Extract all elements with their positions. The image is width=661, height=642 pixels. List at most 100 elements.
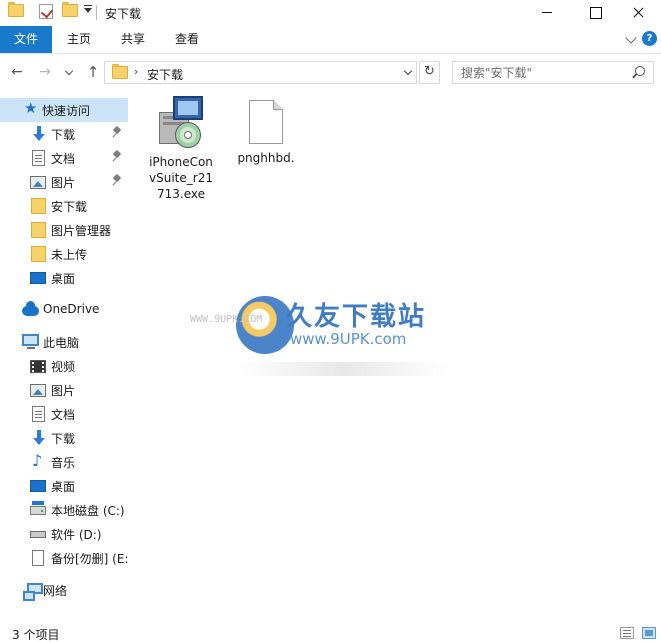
nav-label: 桌面 xyxy=(51,480,76,494)
video-icon xyxy=(30,360,46,373)
file-item[interactable]: pnghhbd. xyxy=(228,96,304,166)
nav-item-anxiazai[interactable]: 安下载 xyxy=(0,194,128,218)
nav-label: 快速访问 xyxy=(42,104,91,118)
drive-icon xyxy=(32,550,44,566)
nav-item-videos[interactable]: 视频 xyxy=(0,354,128,378)
nav-item-pc-downloads[interactable]: 下载 xyxy=(0,426,128,450)
nav-label: 视频 xyxy=(51,360,76,374)
maximize-button[interactable] xyxy=(572,0,618,26)
nav-quick-access[interactable]: ★ 快速访问 xyxy=(0,98,128,122)
nav-item-pc-documents[interactable]: 文档 xyxy=(0,402,128,426)
expand-ribbon-icon[interactable] xyxy=(625,32,637,44)
tab-file[interactable]: 文件 xyxy=(0,26,52,53)
nav-item-pc-desktop[interactable]: 桌面 xyxy=(0,474,128,498)
breadcrumb-current[interactable]: 安下载 xyxy=(147,66,183,83)
file-list[interactable]: iPhoneCon vSuite_r21 713.exe pnghhbd. WW… xyxy=(129,90,661,622)
folder-icon xyxy=(31,222,46,238)
large-icons-view-icon[interactable] xyxy=(642,627,656,639)
customize-dropdown-icon[interactable] xyxy=(84,5,92,13)
nav-this-pc[interactable]: 此电脑 xyxy=(0,330,128,354)
minimize-button[interactable] xyxy=(524,0,570,26)
title-bar: 安下载 xyxy=(0,0,661,26)
window-title: 安下载 xyxy=(105,7,142,21)
nav-label: 音乐 xyxy=(51,456,76,470)
nav-label: OneDrive xyxy=(43,302,100,316)
ribbon-tabs: 文件 主页 共享 查看 ? xyxy=(0,26,661,54)
item-count: 3 个项目 xyxy=(12,628,60,642)
file-name: pnghhbd. xyxy=(237,151,295,165)
nav-label: 文档 xyxy=(51,408,76,422)
close-button[interactable] xyxy=(615,0,661,26)
blank-file-icon xyxy=(249,100,283,144)
up-arrow-icon[interactable]: ↑ xyxy=(84,63,102,81)
tab-home[interactable]: 主页 xyxy=(56,26,102,53)
watermark-url: www.9UPK.com xyxy=(290,330,407,348)
tab-view[interactable]: 查看 xyxy=(164,26,210,53)
nav-label: 本地磁盘 (C:) xyxy=(51,504,125,518)
desktop-icon xyxy=(30,480,46,492)
watermark-shadow xyxy=(238,362,448,376)
document-icon xyxy=(32,406,45,422)
nav-item-not-uploaded[interactable]: 未上传 xyxy=(0,242,128,266)
nav-label: 安下载 xyxy=(51,200,88,214)
desktop-icon xyxy=(30,272,46,284)
installer-icon xyxy=(155,96,207,148)
star-icon: ★ xyxy=(24,99,38,117)
pin-icon[interactable] xyxy=(113,151,121,162)
folder-icon[interactable] xyxy=(8,2,24,17)
folder-icon xyxy=(31,198,46,214)
nav-onedrive[interactable]: OneDrive xyxy=(0,298,128,322)
nav-label: 下载 xyxy=(51,432,76,446)
properties-check-icon[interactable] xyxy=(39,4,53,19)
search-box[interactable] xyxy=(452,61,654,84)
nav-item-desktop[interactable]: 桌面 xyxy=(0,266,128,290)
nav-network[interactable]: 网络 xyxy=(0,578,128,602)
search-input[interactable] xyxy=(453,62,628,83)
nav-item-documents[interactable]: 文档 xyxy=(0,146,128,170)
watermark-url-small: WWW.9UPK.COM xyxy=(190,314,263,325)
file-item[interactable]: iPhoneCon vSuite_r21 713.exe xyxy=(143,96,219,202)
forward-arrow-icon[interactable]: → xyxy=(36,63,54,81)
search-icon[interactable] xyxy=(635,66,645,76)
nav-label: 网络 xyxy=(43,584,68,598)
nav-label: 图片 xyxy=(51,176,76,190)
nav-item-drive-e[interactable]: 备份[勿删] (E: xyxy=(0,546,128,570)
address-bar[interactable]: › 安下载 xyxy=(104,61,417,84)
document-icon xyxy=(32,150,45,166)
nav-item-downloads[interactable]: 下载 xyxy=(0,122,128,146)
recent-locations-icon[interactable] xyxy=(63,63,75,81)
nav-item-picture-manager[interactable]: 图片管理器 xyxy=(0,218,128,242)
computer-icon xyxy=(22,334,39,349)
breadcrumb-chevron-icon[interactable]: › xyxy=(134,65,138,78)
nav-label: 文档 xyxy=(51,152,76,166)
drive-icon xyxy=(30,531,46,538)
nav-item-music[interactable]: ♪ 音乐 xyxy=(0,450,128,474)
refresh-button[interactable]: ↻ xyxy=(419,61,440,84)
music-icon: ♪ xyxy=(32,451,43,470)
tab-share[interactable]: 共享 xyxy=(110,26,156,53)
nav-label: 未上传 xyxy=(51,248,88,262)
picture-icon xyxy=(30,384,46,397)
new-folder-icon[interactable] xyxy=(62,2,78,17)
nav-item-drive-d[interactable]: 软件 (D:) xyxy=(0,522,128,546)
nav-label: 桌面 xyxy=(51,272,76,286)
pin-icon[interactable] xyxy=(113,127,121,138)
navigation-pane[interactable]: ★ 快速访问 下载 文档 图片 安下载 图片管理器 未上传 桌面 OneDriv… xyxy=(0,90,128,622)
address-folder-icon xyxy=(112,64,128,79)
nav-item-pictures[interactable]: 图片 xyxy=(0,170,128,194)
pin-icon[interactable] xyxy=(113,175,121,186)
nav-item-drive-c[interactable]: 本地磁盘 (C:) xyxy=(0,498,128,522)
address-history-dropdown-icon[interactable] xyxy=(403,66,413,76)
help-icon[interactable]: ? xyxy=(642,31,657,46)
navigation-bar: ← → ↑ › 安下载 ↻ xyxy=(0,55,661,89)
details-view-icon[interactable] xyxy=(620,627,634,639)
back-arrow-icon[interactable]: ← xyxy=(8,63,26,81)
title-separator xyxy=(96,5,97,20)
cloud-icon xyxy=(22,301,39,316)
watermark: WWW.9UPK.COM 久友下载站 www.9UPK.com xyxy=(190,290,544,380)
nav-item-pc-pictures[interactable]: 图片 xyxy=(0,378,128,402)
nav-label: 此电脑 xyxy=(43,336,80,350)
nav-label: 软件 (D:) xyxy=(51,528,102,542)
status-bar: 3 个项目 xyxy=(0,622,661,642)
folder-icon xyxy=(31,246,46,262)
